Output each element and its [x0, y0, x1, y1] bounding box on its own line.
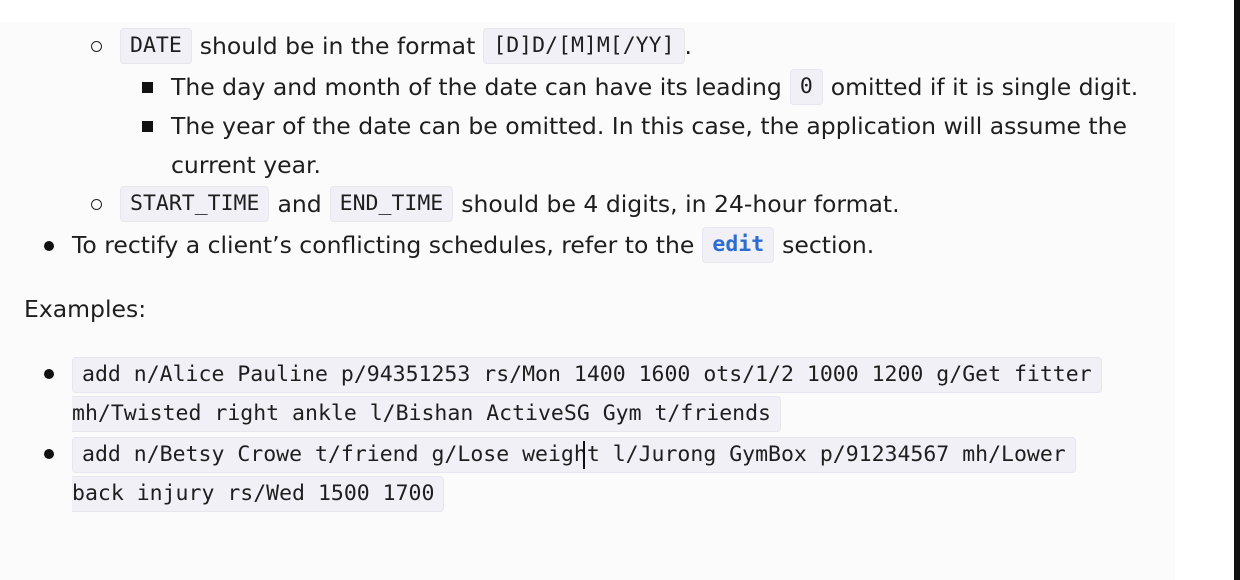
zero-code: 0: [789, 69, 823, 105]
example-2-line-1: add n/Betsy Crowe t/friend g/Lose weight…: [72, 437, 1076, 473]
start-time-code: START_TIME: [120, 186, 270, 222]
edit-section-link[interactable]: edit: [702, 227, 775, 263]
example-1: add n/Alice Pauline p/94351253 rs/Mon 14…: [72, 354, 1136, 435]
date-code: DATE: [120, 28, 192, 64]
day-month-text: The day and month of the date can have i…: [171, 73, 782, 101]
window-edge: [1234, 0, 1240, 580]
rectify-end-text: section.: [782, 231, 875, 259]
circle-bullet: [91, 199, 102, 210]
date-format-line: DATE should be in the format [D]D/[M]M[/…: [112, 28, 692, 64]
time-format-line: START_TIME and END_TIME should be 4 digi…: [112, 186, 900, 222]
year-line-1: The year of the date can be omitted. In …: [171, 108, 1127, 144]
year-text-1: The year of the date can be omitted. In …: [171, 112, 1127, 140]
example-1-line-2: mh/Twisted right ankle l/Bishan ActiveSG…: [72, 396, 781, 432]
date-format-code: [D]D/[M]M[/YY]: [483, 28, 685, 64]
example-1-line-1: add n/Alice Pauline p/94351253 rs/Mon 14…: [72, 357, 1102, 393]
examples-heading-text: Examples:: [24, 295, 147, 323]
square-bullet: [142, 121, 153, 132]
circle-bullet: [91, 41, 102, 52]
date-format-period: .: [684, 32, 692, 60]
disc-bullet: [44, 369, 54, 379]
day-month-line: The day and month of the date can have i…: [171, 69, 1138, 105]
time-format-text: should be 4 digits, in 24-hour format.: [461, 190, 900, 218]
year-line-2: current year.: [171, 147, 321, 183]
and-text: and: [277, 190, 322, 218]
date-format-text: should be in the format: [199, 32, 476, 60]
text-cursor: [583, 441, 585, 469]
year-text-2: current year.: [171, 151, 321, 179]
rectify-text: To rectify a client’s conflicting schedu…: [72, 231, 695, 259]
square-bullet: [142, 82, 153, 93]
examples-heading: Examples:: [24, 291, 146, 327]
day-month-end-text: omitted if it is single digit.: [830, 73, 1139, 101]
end-time-code: END_TIME: [329, 186, 454, 222]
disc-bullet: [44, 241, 54, 251]
example-2: add n/Betsy Crowe t/friend g/Lose weight…: [72, 434, 1136, 515]
example-2-line-2: back injury rs/Wed 1500 1700: [72, 476, 445, 512]
rectify-line: To rectify a client’s conflicting schedu…: [72, 227, 874, 263]
disc-bullet: [44, 449, 54, 459]
